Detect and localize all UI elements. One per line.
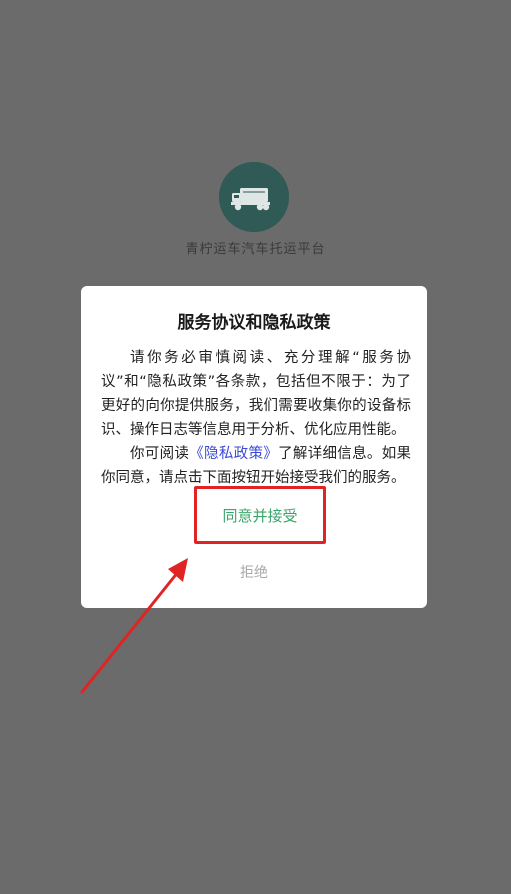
app-logo — [219, 162, 289, 232]
refuse-button[interactable]: 拒绝 — [81, 562, 427, 582]
privacy-dialog: 服务协议和隐私政策 请你务必审慎阅读、充分理解“服务协议”和“隐私政策”各条款，… — [81, 286, 427, 608]
screen: 青柠运车汽车托运平台 服务协议和隐私政策 请你务必审慎阅读、充分理解“服务协议”… — [0, 0, 511, 894]
dialog-title: 服务协议和隐私政策 — [177, 313, 331, 333]
paragraph-2-prefix: 你可阅读 — [130, 446, 190, 462]
privacy-policy-link[interactable]: 《隐私政策》 — [189, 446, 278, 462]
truck-icon — [219, 162, 289, 232]
app-name: 青柠运车汽车托运平台 — [185, 242, 326, 257]
dialog-paragraph-1: 请你务必审慎阅读、充分理解“服务协议”和“隐私政策”各条款，包括但不限于：为了更… — [101, 350, 411, 438]
dialog-body: 请你务必审慎阅读、充分理解“服务协议”和“隐私政策”各条款，包括但不限于：为了更… — [101, 346, 411, 490]
agree-button[interactable]: 同意并接受 — [194, 486, 326, 544]
dialog-paragraph-2: 你可阅读《隐私政策》了解详细信息。如果你同意，请点击下面按钮开始接受我们的服务。 — [101, 442, 411, 490]
